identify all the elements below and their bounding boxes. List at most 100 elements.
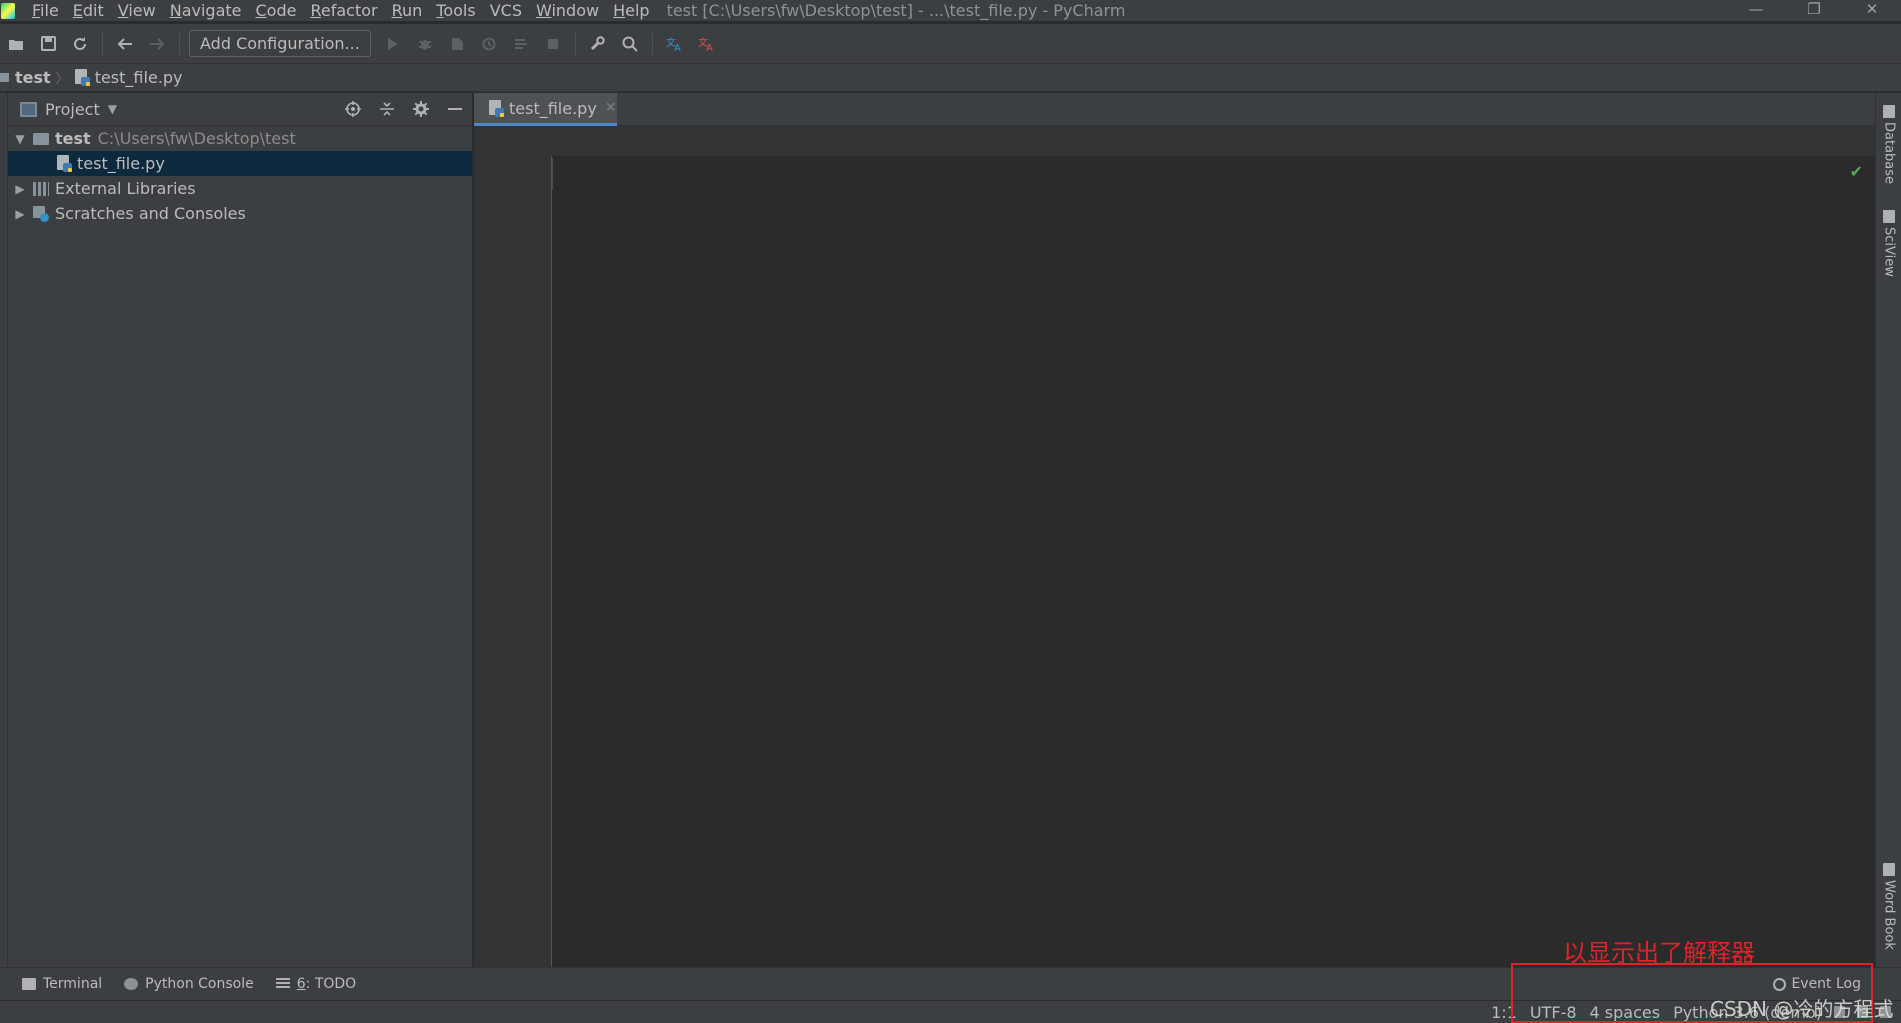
tree-file-name: test_file.py: [77, 154, 165, 173]
concurrency-icon[interactable]: [510, 33, 532, 55]
menu-vcs-label: VCS: [489, 1, 522, 20]
inspection-ok-icon[interactable]: ✔: [1850, 162, 1863, 181]
menu-window-label: indow: [551, 1, 600, 20]
run-icon[interactable]: [382, 33, 404, 55]
code-editor[interactable]: ✔: [553, 156, 1875, 967]
todo-tool-button[interactable]: 6: TODO: [275, 976, 356, 992]
toolbar-separator: [651, 32, 653, 55]
python-console-label: Python Console: [145, 976, 254, 992]
project-view-icon: [20, 101, 37, 117]
menu-edit-label: dit: [82, 1, 104, 20]
indent-setting[interactable]: 4 spaces: [1590, 1003, 1661, 1022]
open-folder-icon[interactable]: [5, 33, 27, 55]
locate-icon[interactable]: [342, 98, 364, 120]
terminal-label: Terminal: [43, 976, 103, 992]
menu-help[interactable]: Help: [606, 0, 656, 21]
menu-vcs[interactable]: VCS: [483, 0, 529, 21]
editor-tab-bar: test_file.py ✕: [474, 93, 1875, 126]
debug-icon[interactable]: [414, 33, 436, 55]
terminal-icon: [22, 978, 36, 990]
menu-code[interactable]: Code: [249, 0, 304, 21]
save-icon[interactable]: [37, 33, 59, 55]
menu-code-label: ode: [266, 1, 297, 20]
database-icon: [1883, 105, 1895, 118]
sciview-tool-tab[interactable]: SciView: [1878, 210, 1900, 277]
close-icon[interactable]: ✕: [605, 100, 617, 116]
python-console-icon: [124, 978, 139, 990]
tree-item-scratches[interactable]: ▶ Scratches and Consoles: [8, 201, 472, 226]
breadcrumb-file[interactable]: test_file.py: [95, 68, 183, 87]
tree-item-external-libraries[interactable]: ▶ External Libraries: [8, 176, 472, 201]
project-tool-window: Project ▼ ▼ test C:\Users\fw\Desktop\tes…: [8, 93, 473, 967]
project-panel-actions: [336, 98, 472, 120]
database-tool-tab[interactable]: Database: [1878, 105, 1900, 184]
watermark: CSDN @冷的方程式: [1710, 997, 1894, 1021]
menu-bar: File Edit View Navigate Code Refactor Ru…: [0, 0, 1901, 21]
minimize-window-button[interactable]: —: [1727, 0, 1785, 21]
terminal-tool-button[interactable]: Terminal: [22, 976, 102, 992]
menu-file[interactable]: File: [25, 0, 66, 21]
translate-alt-icon[interactable]: 文A: [696, 33, 718, 55]
file-encoding[interactable]: UTF-8: [1530, 1003, 1577, 1022]
tree-root-name: test: [55, 129, 91, 148]
menu-run[interactable]: Run: [385, 0, 430, 21]
gear-icon[interactable]: [410, 98, 432, 120]
python-console-tool-button[interactable]: Python Console: [124, 976, 254, 992]
project-view-selector[interactable]: Project: [45, 100, 100, 119]
editor-gutter: [474, 156, 553, 967]
tree-root-path: C:\Users\fw\Desktop\test: [97, 129, 296, 148]
back-icon[interactable]: [114, 33, 136, 55]
collapsed-arrow-icon[interactable]: ▶: [12, 207, 28, 221]
breadcrumb-project[interactable]: test: [15, 68, 51, 87]
svg-text:A: A: [706, 43, 713, 52]
close-window-button[interactable]: ✕: [1843, 0, 1901, 21]
menu-window[interactable]: Window: [529, 0, 606, 21]
editor-breadcrumb-bar: [474, 126, 1875, 156]
stop-icon[interactable]: [542, 33, 564, 55]
todo-number: 6: [296, 976, 306, 992]
menu-edit[interactable]: Edit: [66, 0, 111, 21]
tree-item-project-root[interactable]: ▼ test C:\Users\fw\Desktop\test: [8, 126, 472, 151]
toolbar-separator: [574, 32, 576, 55]
menu-navigate-mnemonic: N: [169, 1, 182, 20]
search-icon[interactable]: [619, 33, 641, 55]
wordbook-label: Word Book: [1881, 880, 1897, 950]
sync-icon[interactable]: [69, 33, 91, 55]
coverage-icon[interactable]: [446, 33, 468, 55]
collapsed-arrow-icon[interactable]: ▶: [12, 182, 28, 196]
menu-file-mnemonic: F: [32, 1, 41, 20]
project-panel-header: Project ▼: [8, 93, 472, 126]
menu-code-mnemonic: C: [255, 1, 267, 20]
menu-view[interactable]: View: [111, 0, 163, 21]
wrench-icon[interactable]: [587, 33, 609, 55]
translate-icon[interactable]: 文A: [664, 33, 686, 55]
bottom-tool-stripe: Terminal Python Console 6: TODO Event Lo…: [0, 967, 1901, 1000]
menu-help-mnemonic: H: [613, 1, 626, 20]
wordbook-tool-tab[interactable]: Word Book: [1878, 863, 1900, 950]
caret-position[interactable]: 1:1: [1491, 1003, 1517, 1022]
profile-icon[interactable]: [478, 33, 500, 55]
window-title: test [C:\Users\fw\Desktop\test] - ...\te…: [666, 1, 1126, 20]
add-configuration-button[interactable]: Add Configuration...: [189, 30, 371, 57]
event-log-button[interactable]: Event Log: [1773, 976, 1861, 992]
forward-icon[interactable]: [146, 33, 168, 55]
expanded-arrow-icon[interactable]: ▼: [12, 132, 28, 146]
tab-label: test_file.py: [509, 98, 597, 118]
chevron-down-icon[interactable]: ▼: [108, 102, 117, 116]
collapse-icon[interactable]: [376, 98, 398, 120]
menu-navigate-label: avigate: [181, 1, 242, 20]
toolbar-separator: [102, 32, 103, 55]
tree-item-file[interactable]: test_file.py: [8, 151, 472, 176]
restore-window-button[interactable]: ❐: [1785, 0, 1843, 21]
todo-list-icon: [275, 978, 290, 990]
folder-icon: [0, 73, 9, 82]
navigation-breadcrumb: test 〉 test_file.py: [0, 64, 1901, 92]
event-log-label: Event Log: [1791, 976, 1861, 992]
menu-refactor[interactable]: Refactor: [303, 0, 384, 21]
menu-tools[interactable]: Tools: [429, 0, 482, 21]
minimize-icon[interactable]: [444, 98, 466, 120]
menu-navigate[interactable]: Navigate: [163, 0, 249, 21]
tab-test-file[interactable]: test_file.py ✕: [474, 93, 617, 126]
left-tool-stripe: [0, 93, 8, 967]
toolbar-separator: [179, 32, 180, 55]
